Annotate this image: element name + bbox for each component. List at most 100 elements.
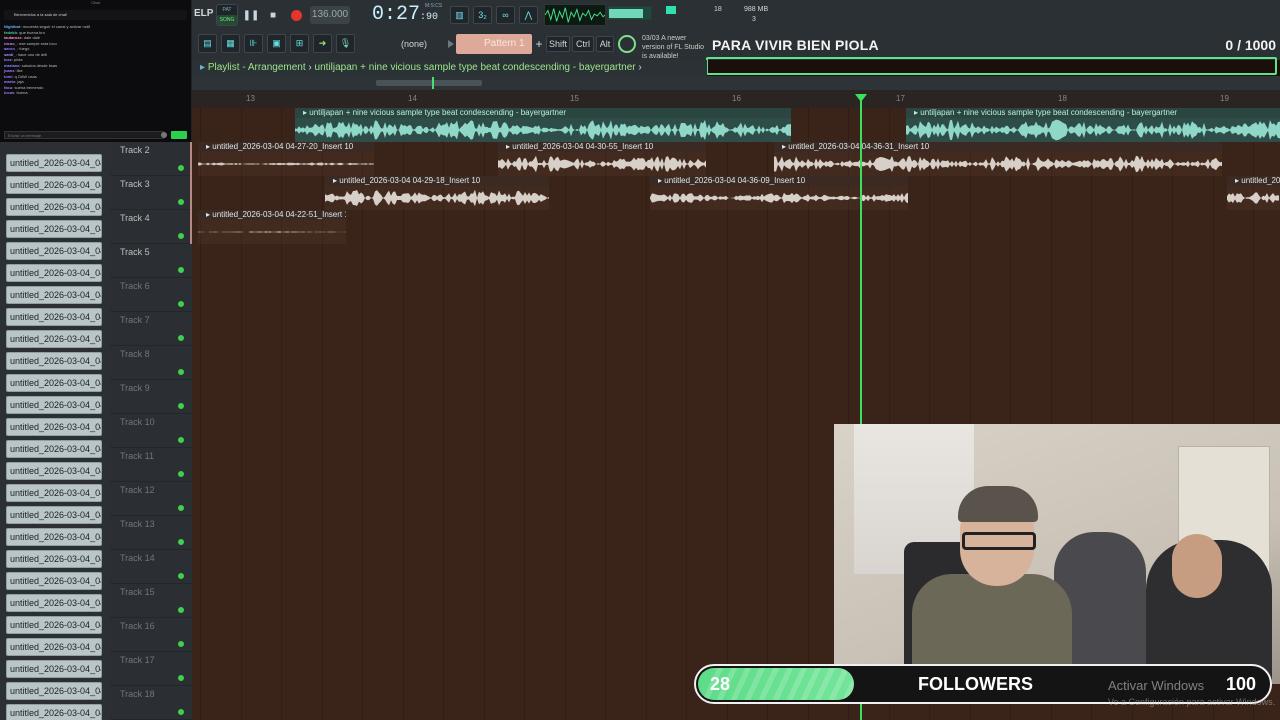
- chat-username[interactable]: luxz: [4, 57, 12, 62]
- picker-item[interactable]: untitled_2026-03-04_04-: [6, 176, 102, 194]
- picker-item[interactable]: untitled_2026-03-04_04-: [6, 220, 102, 238]
- shift-button[interactable]: Shift: [546, 36, 570, 52]
- browser-icon[interactable]: ▣: [267, 34, 286, 53]
- chat-username[interactable]: juanx: [4, 68, 14, 73]
- chat-username[interactable]: lucas: [4, 90, 14, 95]
- track-mute-led[interactable]: [178, 607, 184, 613]
- horizontal-scrollbar[interactable]: [192, 76, 1280, 90]
- ruler-bar-number[interactable]: 19: [1220, 94, 1229, 103]
- picker-item[interactable]: untitled_2026-03-04_04-: [6, 572, 102, 590]
- chat-username[interactable]: Nightbot: [4, 24, 20, 29]
- chat-username[interactable]: mariano: [4, 63, 20, 68]
- chat-username[interactable]: martu: [4, 79, 15, 84]
- picker-item[interactable]: untitled_2026-03-04_04-: [6, 594, 102, 612]
- track-header[interactable]: Track 15: [110, 584, 192, 618]
- ruler-bar-number[interactable]: 16: [732, 94, 741, 103]
- picker-item[interactable]: untitled_2026-03-04_04-: [6, 242, 102, 260]
- picker-item[interactable]: untitled_2026-03-04_04-: [6, 308, 102, 326]
- track-name[interactable]: Track 18: [120, 689, 155, 699]
- track-mute-led[interactable]: [178, 199, 184, 205]
- ruler-bar-number[interactable]: 13: [246, 94, 255, 103]
- track-name[interactable]: Track 8: [120, 349, 150, 359]
- update-icon[interactable]: [618, 35, 636, 53]
- track-name[interactable]: Track 4: [120, 213, 150, 223]
- picker-item[interactable]: untitled_2026-03-04_04-: [6, 528, 102, 546]
- track-mute-led[interactable]: [178, 471, 184, 477]
- track-name[interactable]: Track 10: [120, 417, 155, 427]
- picker-item[interactable]: untitled_2026-03-04_04-: [6, 462, 102, 480]
- picker-item[interactable]: untitled_2026-03-04_04-: [6, 682, 102, 700]
- track-header[interactable]: Track 8: [110, 346, 192, 380]
- track-header[interactable]: Track 9: [110, 380, 192, 414]
- track-mute-led[interactable]: [178, 267, 184, 273]
- track-name[interactable]: Track 13: [120, 519, 155, 529]
- chat-username[interactable]: santi_: [4, 52, 16, 57]
- metronome-icon[interactable]: ⋀: [519, 6, 538, 24]
- picker-item[interactable]: untitled_2026-03-04_04-: [6, 330, 102, 348]
- record-button[interactable]: [287, 6, 305, 24]
- track-header[interactable]: Track 3: [110, 176, 192, 210]
- playhead-marker[interactable]: [855, 94, 867, 102]
- ruler-bar-number[interactable]: 17: [896, 94, 905, 103]
- picker-item[interactable]: untitled_2026-03-04_04-: [6, 198, 102, 216]
- alt-button[interactable]: Alt: [596, 36, 614, 52]
- track-name[interactable]: Track 3: [120, 179, 150, 189]
- audio-clip[interactable]: ▸ untitled_2026-03-04 04-29-18_Insert 10: [325, 176, 549, 210]
- snap-select[interactable]: (none): [388, 36, 440, 52]
- track-name[interactable]: Track 11: [120, 451, 154, 461]
- track-mute-led[interactable]: [178, 165, 184, 171]
- help-menu[interactable]: ELP: [194, 8, 213, 19]
- audio-clip[interactable]: ▸ untitled_2026-03-04 04-27-20_Insert 10: [198, 142, 374, 176]
- playlist-icon[interactable]: ▤: [198, 34, 217, 53]
- audio-clip[interactable]: ▸ untitled_2026-03-04 04-36-09_Insert 10: [650, 176, 908, 210]
- chat-send-button[interactable]: [171, 131, 187, 139]
- picker-item[interactable]: untitled_2026-03-04_04-: [6, 638, 102, 656]
- track-header[interactable]: Track 2: [110, 142, 192, 176]
- chat-input[interactable]: Enviar un mensaje: [4, 131, 164, 139]
- pattern-selector[interactable]: Pattern 1: [456, 34, 532, 54]
- track-mute-led[interactable]: [178, 539, 184, 545]
- picker-item[interactable]: untitled_2026-03-04_04-: [6, 704, 102, 720]
- add-pattern-button[interactable]: +: [532, 34, 546, 54]
- track-header[interactable]: Track 7: [110, 312, 192, 346]
- track-mute-led[interactable]: [178, 505, 184, 511]
- picker-item[interactable]: untitled_2026-03-04_04-: [6, 154, 102, 172]
- picker-item[interactable]: untitled_2026-03-04_04-: [6, 506, 102, 524]
- update-notice[interactable]: 03/03 A newer version of FL Studio is av…: [642, 34, 708, 61]
- track-mute-led[interactable]: [178, 403, 184, 409]
- mic-icon[interactable]: 🎙: [336, 34, 355, 53]
- track-header[interactable]: Track 14: [110, 550, 192, 584]
- picker-item[interactable]: untitled_2026-03-04_04-: [6, 484, 102, 502]
- track-header[interactable]: Track 13: [110, 516, 192, 550]
- track-mute-led[interactable]: [178, 709, 184, 715]
- track-header[interactable]: Track 10: [110, 414, 192, 448]
- chat-username[interactable]: fedekb: [4, 30, 17, 35]
- picker-item[interactable]: untitled_2026-03-04_04-: [6, 352, 102, 370]
- track-name[interactable]: Track 9: [120, 383, 150, 393]
- gear-icon[interactable]: [161, 132, 167, 138]
- pattern-clip[interactable]: ▸ untiljapan + nine vicious sample type …: [906, 108, 1280, 142]
- track-header[interactable]: Track 4: [110, 210, 192, 244]
- track-name[interactable]: Track 16: [120, 621, 155, 631]
- track-header[interactable]: Track 5: [110, 244, 192, 278]
- track-mute-led[interactable]: [178, 335, 184, 341]
- track-name[interactable]: Track 7: [120, 315, 150, 325]
- track-mute-led[interactable]: [178, 675, 184, 681]
- audio-clip[interactable]: ▸ untitled_2026-03-04 04-36-31_Insert 10: [774, 142, 1222, 176]
- mixer-icon[interactable]: ⊪: [244, 34, 263, 53]
- picker-item[interactable]: untitled_2026-03-04_04-: [6, 616, 102, 634]
- track-mute-led[interactable]: [178, 641, 184, 647]
- chat-username[interactable]: nicoo_: [4, 41, 17, 46]
- track-header[interactable]: Track 11: [110, 448, 192, 482]
- step-icon[interactable]: 3₂: [473, 6, 492, 24]
- track-mute-led[interactable]: [178, 369, 184, 375]
- track-mute-led[interactable]: [178, 573, 184, 579]
- plugin-icon[interactable]: ⊞: [290, 34, 309, 53]
- track-name[interactable]: Track 17: [120, 655, 155, 665]
- picker-item[interactable]: untitled_2026-03-04_04-: [6, 264, 102, 282]
- timeline-ruler[interactable]: 13 14 15 16 17 18 19: [192, 90, 1280, 108]
- track-header[interactable]: Track 6: [110, 278, 192, 312]
- stop-button[interactable]: ■: [264, 6, 282, 24]
- track-name[interactable]: Track 6: [120, 281, 150, 291]
- chat-username[interactable]: aaron_: [4, 46, 17, 51]
